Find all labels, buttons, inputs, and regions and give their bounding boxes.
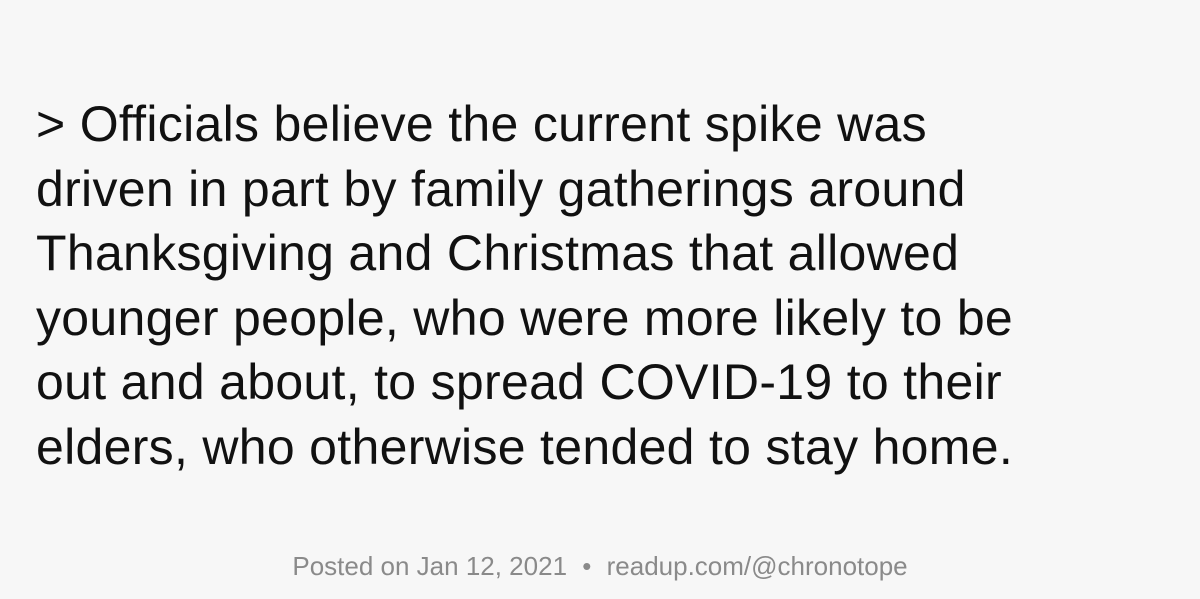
footer-separator: • [582,551,592,581]
share-card: > Officials believe the current spike wa… [0,0,1200,599]
quote-line: younger people, who were more likely to … [36,289,1014,346]
posted-date: Posted on Jan 12, 2021 [292,551,568,581]
profile-link[interactable]: readup.com/@chronotope [607,551,908,581]
quote-line: elders, who otherwise tended to stay hom… [36,418,1014,475]
post-footer: Posted on Jan 12, 2021 • readup.com/@chr… [0,549,1200,583]
quote-line: out and about, to spread COVID-19 to the… [36,354,1002,410]
quote-text: > Officials believe the current spike wa… [36,92,1186,479]
quote-line: > Officials believe the current spike wa… [36,96,927,152]
quote-line: driven in part by family gatherings arou… [36,160,966,217]
quote-line: Thanksgiving and Christmas that allowed [36,225,960,281]
